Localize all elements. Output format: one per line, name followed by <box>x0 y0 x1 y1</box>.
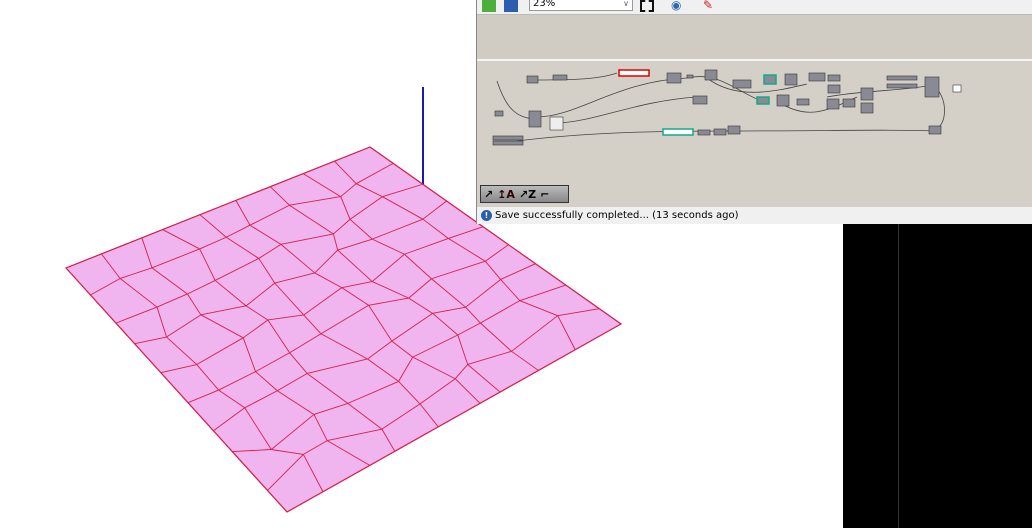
grasshopper-window: 23% ∨ ◉ ✎ ↗ ↥A ↗Z ⌐ ! Save successfully c… <box>476 0 1032 224</box>
open-file-icon[interactable] <box>482 0 496 12</box>
status-message: Save successfully completed... (13 secon… <box>495 210 739 221</box>
black-panel <box>843 224 1032 528</box>
component-ribbon <box>477 15 1032 61</box>
zoom-extents-icon[interactable] <box>640 0 654 12</box>
align-icon[interactable]: ↗ <box>484 188 493 201</box>
gh-toolbar: 23% ∨ ◉ ✎ <box>477 0 1032 15</box>
info-icon: ! <box>481 210 492 221</box>
divider <box>898 224 899 528</box>
gh-canvas[interactable] <box>477 61 1032 205</box>
text-icon[interactable]: ↥A <box>497 188 515 201</box>
chevron-down-icon: ∨ <box>623 0 629 8</box>
status-bar: ! Save successfully completed... (13 sec… <box>477 207 1032 224</box>
preview-eye-icon[interactable]: ◉ <box>671 0 685 12</box>
gh-components <box>492 69 962 146</box>
canvas-widgets: ↗ ↥A ↗Z ⌐ <box>480 185 569 203</box>
sketch-pen-icon[interactable]: ✎ <box>703 0 717 12</box>
save-icon[interactable] <box>504 0 518 12</box>
z-sort-icon[interactable]: ↗Z <box>519 188 536 201</box>
wire-icon[interactable]: ⌐ <box>540 188 549 201</box>
zoom-dropdown[interactable]: 23% ∨ <box>529 0 633 11</box>
